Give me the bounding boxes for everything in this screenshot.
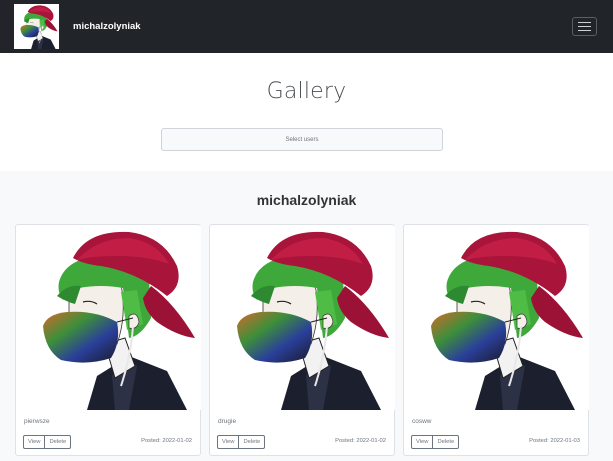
hamburger-icon-line bbox=[578, 21, 591, 24]
view-button[interactable]: View bbox=[23, 435, 46, 449]
gallery-card-image[interactable] bbox=[211, 226, 395, 410]
view-button[interactable]: View bbox=[411, 435, 434, 449]
brand-name[interactable]: michalzolyniak bbox=[73, 21, 572, 32]
gallery-card-image[interactable] bbox=[17, 226, 201, 410]
view-button[interactable]: View bbox=[217, 435, 240, 449]
brand-avatar-image[interactable] bbox=[14, 4, 59, 49]
gallery-header: Gallery Select users bbox=[0, 53, 613, 171]
hamburger-icon-line bbox=[578, 29, 591, 32]
page-title: Gallery bbox=[266, 79, 347, 104]
select-users-dropdown[interactable]: Select users bbox=[161, 128, 443, 151]
card-caption: drugie bbox=[218, 418, 237, 425]
card-caption: cosww bbox=[412, 418, 432, 425]
delete-button[interactable]: Delete bbox=[44, 435, 72, 449]
gallery-card-image[interactable] bbox=[405, 226, 589, 410]
card-button-group: View Delete bbox=[411, 435, 460, 449]
gallery-card: drugie View Delete Posted: 2022-01-02 bbox=[209, 224, 395, 456]
top-navbar: michalzolyniak bbox=[0, 0, 613, 53]
gallery-cards: pierwsze View Delete Posted: 2022-01-02 … bbox=[15, 224, 589, 456]
card-button-group: View Delete bbox=[217, 435, 266, 449]
posted-date: Posted: 2022-01-02 bbox=[141, 438, 192, 444]
hamburger-icon-line bbox=[578, 25, 591, 28]
card-button-group: View Delete bbox=[23, 435, 72, 449]
hamburger-menu-button[interactable] bbox=[572, 17, 597, 36]
delete-button[interactable]: Delete bbox=[432, 435, 460, 449]
card-caption: pierwsze bbox=[24, 418, 50, 425]
delete-button[interactable]: Delete bbox=[238, 435, 266, 449]
section-user-title: michalzolyniak bbox=[256, 192, 357, 208]
posted-date: Posted: 2022-01-02 bbox=[335, 438, 386, 444]
posted-date: Posted: 2022-01-03 bbox=[529, 438, 580, 444]
gallery-card: pierwsze View Delete Posted: 2022-01-02 bbox=[15, 224, 201, 456]
gallery-card: cosww View Delete Posted: 2022-01-03 bbox=[403, 224, 589, 456]
